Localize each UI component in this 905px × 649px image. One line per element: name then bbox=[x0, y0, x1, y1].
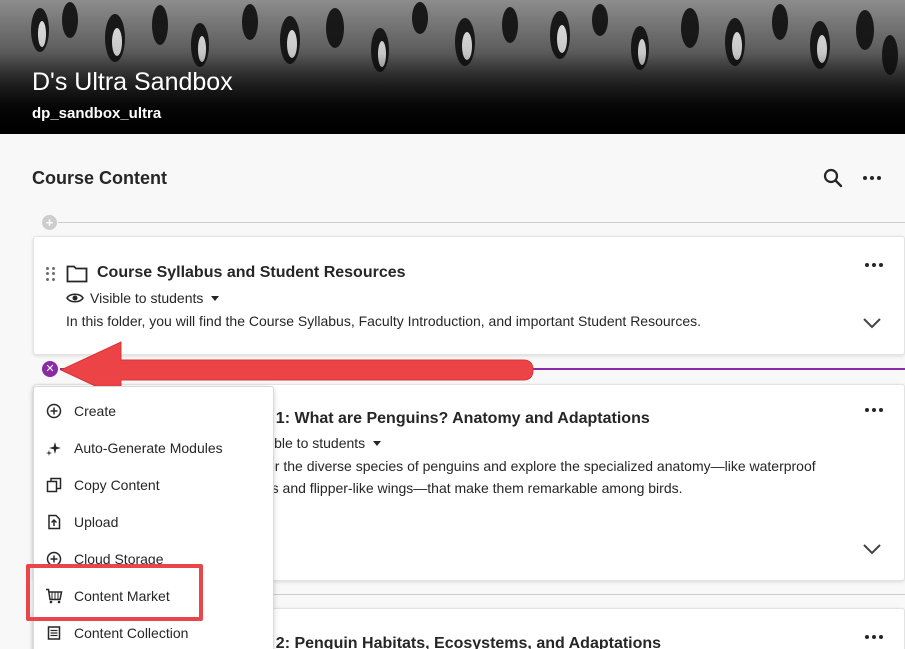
more-dot bbox=[877, 176, 881, 180]
more-dot bbox=[879, 263, 883, 267]
menu-item-label: Content Collection bbox=[74, 624, 189, 641]
search-button[interactable] bbox=[822, 167, 844, 189]
insert-divider-top bbox=[58, 222, 905, 223]
module-2-title-link[interactable]: le 2: Penguin Habitats, Ecosystems, and … bbox=[258, 635, 661, 649]
menu-item-content-market[interactable]: Content Market bbox=[34, 577, 273, 614]
collection-icon bbox=[45, 624, 63, 642]
more-dot bbox=[870, 176, 874, 180]
item-more-button[interactable] bbox=[862, 399, 886, 421]
page-title: Course Content bbox=[32, 168, 167, 188]
visibility-label: Visible to students bbox=[90, 290, 204, 306]
more-dot bbox=[872, 263, 876, 267]
menu-item-content-collection[interactable]: Content Collection bbox=[34, 614, 273, 649]
eye-icon bbox=[66, 293, 84, 303]
chevron-down-icon bbox=[211, 295, 220, 301]
copy-icon bbox=[45, 476, 63, 494]
more-dot bbox=[879, 408, 883, 412]
course-id: dp_sandbox_ultra bbox=[32, 105, 162, 122]
add-content-menu: Create Auto-Generate Modules Copy Conten… bbox=[33, 386, 274, 649]
visibility-dropdown[interactable]: ible to students bbox=[271, 435, 382, 451]
course-title: D's Ultra Sandbox bbox=[32, 68, 233, 96]
menu-item-label: Auto-Generate Modules bbox=[74, 439, 223, 456]
more-dot bbox=[879, 635, 883, 639]
menu-item-label: Copy Content bbox=[74, 476, 160, 493]
menu-item-auto-generate-modules[interactable]: Auto-Generate Modules bbox=[34, 429, 273, 466]
cart-icon bbox=[45, 587, 63, 605]
drag-handle-icon[interactable] bbox=[46, 267, 56, 281]
add-content-plus-icon[interactable]: + bbox=[42, 215, 57, 230]
item-more-button[interactable] bbox=[862, 626, 886, 648]
folder-description: In this folder, you will find the Course… bbox=[66, 313, 701, 329]
visibility-dropdown[interactable]: Visible to students bbox=[66, 290, 220, 306]
module-1-description-line2: rs and flipper-like wings—that make them… bbox=[267, 480, 683, 496]
upload-icon bbox=[45, 513, 63, 531]
menu-item-label: Upload bbox=[74, 513, 119, 530]
folder-title-link[interactable]: Course Syllabus and Student Resources bbox=[97, 264, 406, 282]
more-dot bbox=[872, 408, 876, 412]
plus-circle-icon bbox=[45, 402, 63, 420]
more-horizontal-icon bbox=[865, 263, 869, 267]
menu-item-cloud-storage[interactable]: Cloud Storage bbox=[34, 540, 273, 577]
menu-item-create[interactable]: Create bbox=[34, 392, 273, 429]
menu-item-label: Create bbox=[74, 402, 117, 419]
menu-item-label: Cloud Storage bbox=[74, 550, 164, 567]
course-banner: D's Ultra Sandbox dp_sandbox_ultra bbox=[0, 0, 905, 134]
module-1-description-line1: er the diverse species of penguins and e… bbox=[267, 458, 816, 474]
sparkle-icon bbox=[45, 439, 63, 457]
chevron-down-icon bbox=[373, 440, 382, 446]
module-1-title-link[interactable]: le 1: What are Penguins? Anatomy and Ada… bbox=[258, 410, 650, 428]
menu-item-upload[interactable]: Upload bbox=[34, 503, 273, 540]
more-horizontal-icon bbox=[865, 408, 869, 412]
more-horizontal-icon bbox=[865, 635, 869, 639]
item-more-button[interactable] bbox=[862, 254, 886, 276]
folder-icon bbox=[66, 265, 88, 283]
expand-chevron-icon[interactable] bbox=[862, 543, 882, 555]
more-horizontal-icon bbox=[863, 176, 867, 180]
visibility-label: ible to students bbox=[271, 435, 366, 451]
search-icon bbox=[823, 168, 843, 188]
cloud-storage-icon bbox=[45, 550, 63, 568]
more-dot bbox=[872, 635, 876, 639]
expand-chevron-icon[interactable] bbox=[862, 317, 882, 329]
menu-item-copy-content[interactable]: Copy Content bbox=[34, 466, 273, 503]
course-content-more-button[interactable] bbox=[860, 167, 884, 189]
menu-item-label: Content Market bbox=[74, 587, 170, 604]
